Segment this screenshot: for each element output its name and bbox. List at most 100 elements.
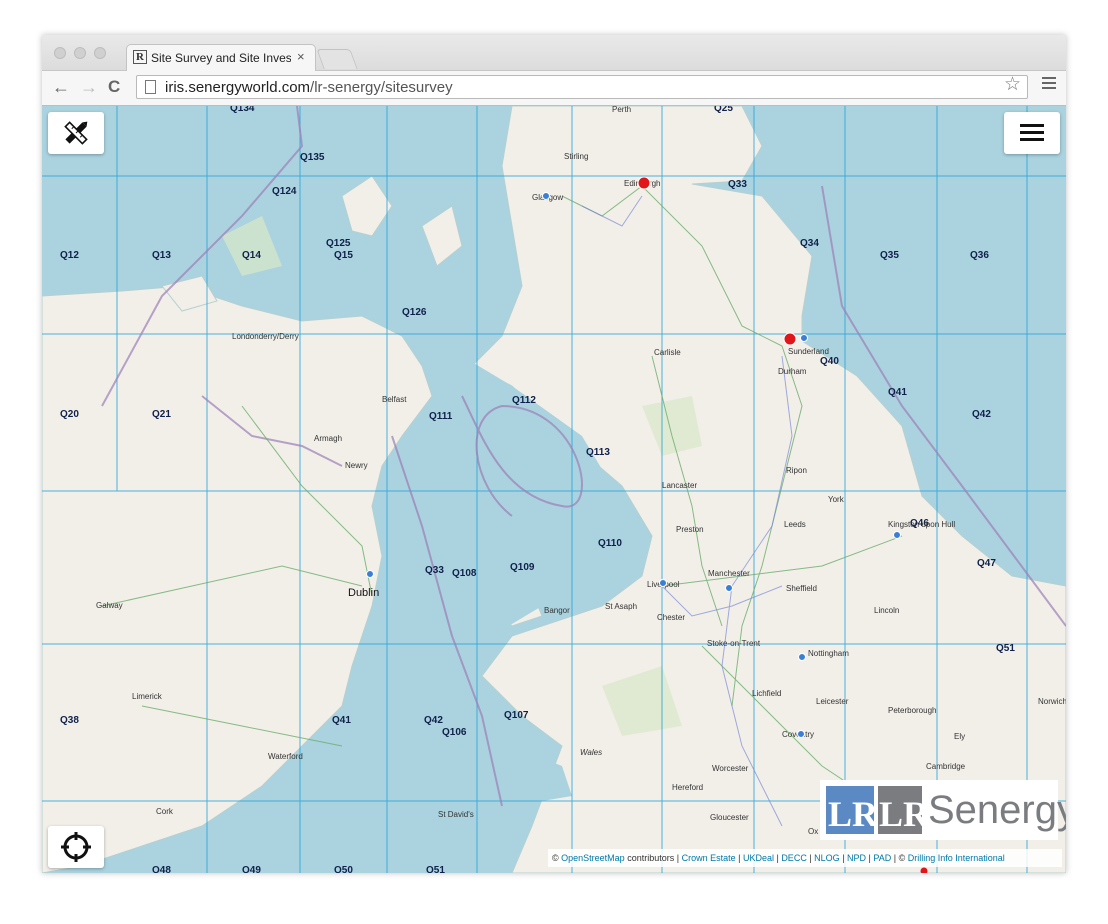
quadrant-label[interactable]: Q110 [598,538,622,549]
place-label: Leeds [784,520,806,529]
quadrant-label[interactable]: Q106 [442,727,467,738]
quadrant-label[interactable]: Q135 [300,152,325,163]
quadrant-label[interactable]: Q20 [60,409,79,420]
quadrant-label[interactable]: Q14 [242,250,261,261]
quadrant-label[interactable]: Q111 [429,411,453,422]
quadrant-label[interactable]: Q34 [800,238,819,249]
place-label: Preston [676,525,704,534]
lr-mark-grey: LR [878,786,929,834]
quadrant-label[interactable]: Q51 [426,865,445,873]
pencil-ruler-icon [64,121,88,145]
quadrant-label[interactable]: Q13 [152,250,171,261]
tab-close-icon[interactable]: × [297,49,305,64]
page-icon [145,80,156,94]
main-menu-button[interactable] [1004,112,1060,154]
pad-link[interactable]: PAD [873,853,891,863]
place-label: Londonderry/Derry [232,332,299,341]
blue-site-marker[interactable] [893,531,901,539]
place-label: Nottingham [808,649,849,658]
place-label: Manchester [708,569,750,578]
drawing-tools-button[interactable] [48,112,104,154]
place-label: Armagh [314,434,342,443]
blue-site-marker[interactable] [366,570,374,578]
place-label: Galway [96,601,123,610]
quadrant-label[interactable]: Q36 [970,250,989,261]
reload-icon[interactable]: C [108,77,120,97]
quadrant-label[interactable]: Q40 [820,356,839,367]
attrib-sep: | [735,853,743,863]
crown-estate-link[interactable]: Crown Estate [682,853,736,863]
quadrant-label[interactable]: Q15 [334,250,353,261]
quadrant-label[interactable]: Q134 [230,106,255,114]
quadrant-label[interactable]: Q12 [60,250,79,261]
quadrant-label[interactable]: Q48 [152,865,171,873]
quadrant-label[interactable]: Q109 [510,562,535,573]
quadrant-label[interactable]: Q21 [152,409,171,420]
quadrant-label[interactable]: Q41 [332,715,351,726]
place-label: Carlisle [654,348,681,357]
quadrant-label[interactable]: Q33 [425,565,444,576]
quadrant-label[interactable]: Q51 [996,643,1015,654]
blue-site-marker[interactable] [797,730,805,738]
browser-tab[interactable]: R Site Survey and Site Invest × [126,44,316,71]
red-site-marker[interactable] [637,176,651,190]
minimize-window-button[interactable] [74,47,86,59]
nlog-link[interactable]: NLOG [814,853,840,863]
blue-site-marker[interactable] [725,584,733,592]
decc-link[interactable]: DECC [781,853,807,863]
quadrant-label[interactable]: Q41 [888,387,907,398]
place-label: Bangor [544,606,570,615]
npd-link[interactable]: NPD [847,853,866,863]
quadrant-label[interactable]: Q35 [880,250,899,261]
quadrant-label[interactable]: Q126 [402,307,427,318]
quadrant-label[interactable]: Q33 [728,179,747,190]
close-window-button[interactable] [54,47,66,59]
quadrant-label[interactable]: Q38 [60,715,79,726]
place-label: Kingston upon Hull [888,520,955,529]
address-bar[interactable]: iris.senergyworld.com/lr-senergy/sitesur… [136,75,1028,99]
quadrant-label[interactable]: Q25 [714,106,733,114]
red-site-marker[interactable] [783,332,797,346]
osm-link[interactable]: OpenStreetMap [561,853,625,863]
quadrant-label[interactable]: Q113 [586,447,610,458]
quadrant-label[interactable]: Q107 [504,710,529,721]
forward-arrow-icon[interactable]: → [80,77,98,98]
back-arrow-icon[interactable]: ← [52,77,70,98]
place-label: Norwich [1038,697,1066,706]
new-tab-button[interactable] [316,49,358,69]
quadrant-label[interactable]: Q50 [334,865,353,873]
map-view[interactable]: Q134 Q25 Q135 Q124 Q33 Q125 Q15 Q34 Q12 Q13 Q14 Q35… [42,106,1066,873]
quadrant-label[interactable]: Q49 [242,865,261,873]
locate-me-button[interactable] [48,826,104,868]
quadrant-label[interactable]: Q125 [326,238,351,249]
blue-site-marker[interactable] [798,653,806,661]
quadrant-label[interactable]: Q42 [972,409,991,420]
tab-title: Site Survey and Site Invest [151,51,291,65]
ukdeal-link[interactable]: UKDeal [743,853,774,863]
quadrant-label[interactable]: Q112 [512,395,536,406]
blue-site-marker[interactable] [659,579,667,587]
url-text: iris.senergyworld.com/lr-senergy/sitesur… [165,79,453,96]
quadrant-label[interactable]: Q108 [452,568,477,579]
map-canvas[interactable]: Q134 Q25 Q135 Q124 Q33 Q125Q15 Q34 Q12 Q13 Q14 Q35… [42,106,1066,873]
place-label: Cambridge [926,762,966,771]
blue-site-marker[interactable] [800,334,808,342]
quadrant-label[interactable]: Q42 [424,715,443,726]
quadrant-label[interactable]: Q47 [977,558,996,569]
quadrant-label[interactable]: Q124 [272,186,297,197]
bookmark-star-icon[interactable]: ☆ [1004,73,1021,96]
attrib-sep: | © [891,853,908,863]
place-label: Lincoln [874,606,899,615]
place-label: Lichfield [752,689,781,698]
place-label: York [828,495,845,504]
place-label: Stoke-on-Trent [707,639,761,648]
place-label: Cork [156,807,174,816]
lr-mark-blue: LR [826,786,878,834]
blue-site-marker[interactable] [542,192,550,200]
place-label: Newry [345,461,368,470]
maximize-window-button[interactable] [94,47,106,59]
drilling-info-link[interactable]: Drilling Info International [908,853,1005,863]
browser-menu-icon[interactable] [1042,77,1056,92]
place-label: Sheffield [786,584,817,593]
place-label: Limerick [132,692,163,701]
